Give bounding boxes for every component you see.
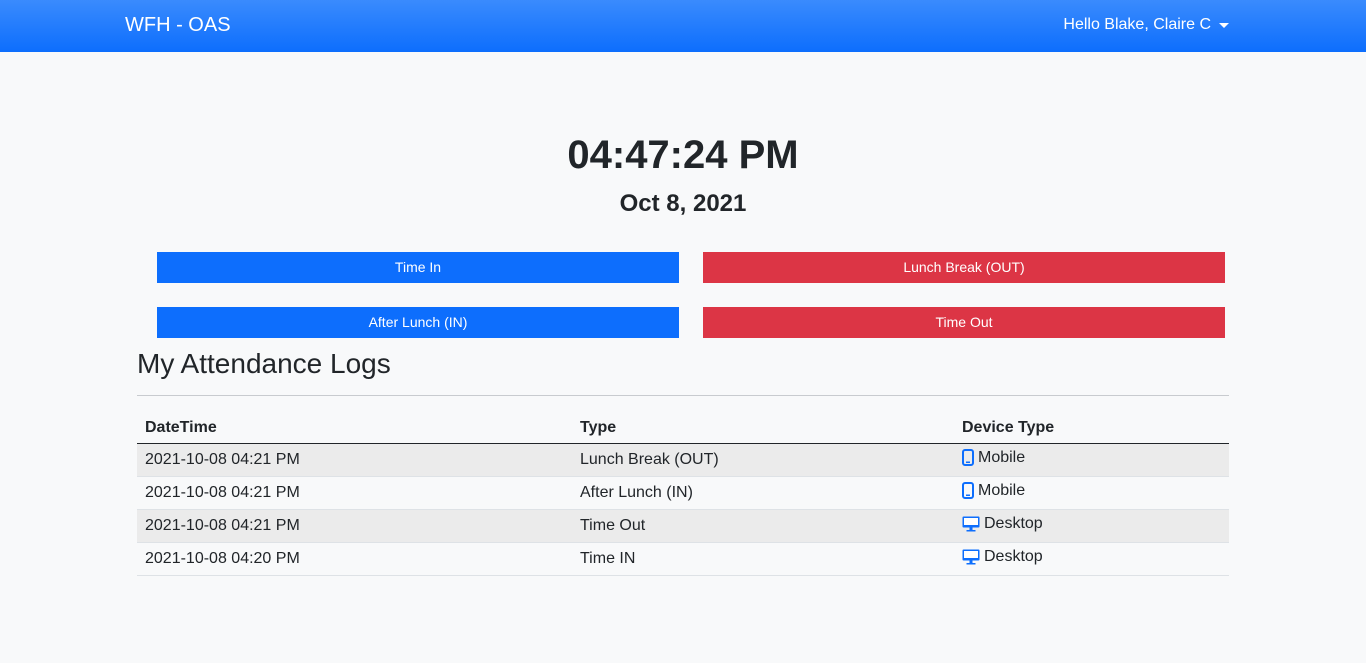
time-in-button[interactable]: Time In	[157, 252, 679, 283]
table-header-row: DateTime Type Device Type	[137, 412, 1229, 444]
navbar: WFH - OAS Hello Blake, Claire C	[0, 0, 1366, 52]
device-label: Desktop	[984, 548, 1043, 565]
after-lunch-in-button[interactable]: After Lunch (IN)	[157, 307, 679, 338]
cell-device: Mobile	[954, 443, 1229, 477]
device-label: Mobile	[978, 448, 1026, 466]
device-label: Mobile	[978, 481, 1026, 499]
time-out-button[interactable]: Time Out	[703, 307, 1225, 338]
device-label: Desktop	[984, 515, 1043, 532]
brand-link[interactable]: WFH - OAS	[125, 12, 231, 38]
clock-date: Oct 8, 2021	[619, 190, 747, 217]
cell-type: Time IN	[572, 542, 954, 576]
table-row: 2021-10-08 04:21 PM Time Out Desktop	[137, 509, 1229, 543]
cell-datetime: 2021-10-08 04:21 PM	[137, 509, 572, 543]
user-dropdown[interactable]: Hello Blake, Claire C	[1063, 14, 1229, 36]
cell-datetime: 2021-10-08 04:20 PM	[137, 542, 572, 576]
cell-datetime: 2021-10-08 04:21 PM	[137, 476, 572, 510]
mobile-icon	[962, 482, 974, 500]
section-title: My Attendance Logs	[137, 348, 391, 379]
cell-device: Desktop	[954, 542, 1229, 576]
lunch-break-out-button[interactable]: Lunch Break (OUT)	[703, 252, 1225, 283]
cell-type: Lunch Break (OUT)	[572, 443, 954, 477]
cell-device: Mobile	[954, 476, 1229, 510]
divider	[137, 395, 1229, 396]
caret-down-icon	[1219, 22, 1229, 28]
column-header-type: Type	[572, 412, 954, 444]
cell-type: After Lunch (IN)	[572, 476, 954, 510]
cell-device: Desktop	[954, 509, 1229, 543]
table-row: 2021-10-08 04:20 PM Time IN Desktop	[137, 542, 1229, 576]
column-header-device-type: Device Type	[954, 412, 1229, 444]
desktop-icon	[962, 549, 980, 565]
table-row: 2021-10-08 04:21 PM Lunch Break (OUT) Mo…	[137, 443, 1229, 477]
desktop-icon	[962, 516, 980, 532]
cell-datetime: 2021-10-08 04:21 PM	[137, 443, 572, 477]
mobile-icon	[962, 449, 974, 467]
clock-time: 04:47:24 PM	[567, 133, 799, 177]
table-row: 2021-10-08 04:21 PM After Lunch (IN) Mob…	[137, 476, 1229, 510]
column-header-datetime: DateTime	[137, 412, 572, 444]
cell-type: Time Out	[572, 509, 954, 543]
attendance-table: DateTime Type Device Type 2021-10-08 04:…	[137, 412, 1229, 576]
user-greeting: Hello Blake, Claire C	[1063, 16, 1211, 33]
